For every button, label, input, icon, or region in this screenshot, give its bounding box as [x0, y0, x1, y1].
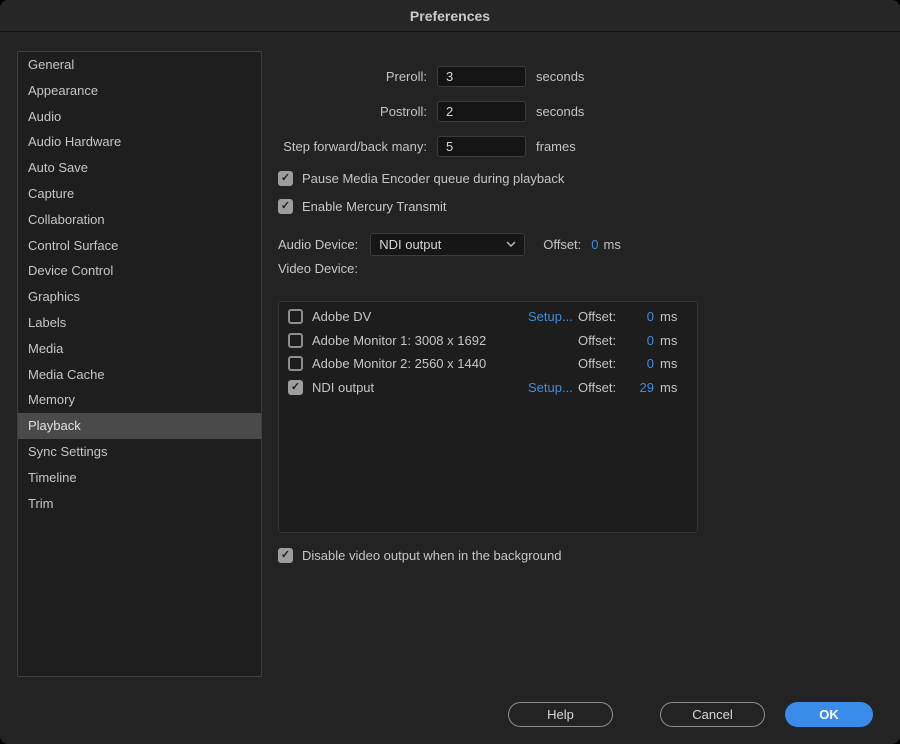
sidebar-item-playback[interactable]: Playback — [18, 413, 261, 439]
setup-link[interactable]: Setup... — [528, 309, 578, 324]
offset-label: Offset: — [578, 333, 630, 348]
offset-value[interactable]: 29 — [630, 380, 656, 395]
sidebar-item-collaboration[interactable]: Collaboration — [18, 207, 261, 233]
postroll-label: Postroll: — [0, 104, 427, 119]
audio-offset-value[interactable]: 0 — [591, 237, 598, 252]
mercury-transmit-row: Enable Mercury Transmit — [278, 197, 447, 215]
step-many-unit: frames — [536, 139, 576, 154]
preroll-label: Preroll: — [0, 69, 427, 84]
offset-value[interactable]: 0 — [630, 309, 656, 324]
sidebar-item-media[interactable]: Media — [18, 336, 261, 362]
disable-background-row: Disable video output when in the backgro… — [278, 546, 561, 564]
sidebar-item-labels[interactable]: Labels — [18, 310, 261, 336]
cancel-button[interactable]: Cancel — [660, 702, 765, 727]
mercury-transmit-label: Enable Mercury Transmit — [302, 199, 447, 214]
preroll-unit: seconds — [536, 69, 584, 84]
offset-value[interactable]: 0 — [630, 356, 656, 371]
audio-device-row: Audio Device: NDI output Offset: 0 ms — [278, 232, 621, 256]
offset-value[interactable]: 0 — [630, 333, 656, 348]
pause-encoder-label: Pause Media Encoder queue during playbac… — [302, 171, 564, 186]
video-device-name: Adobe Monitor 2: 2560 x 1440 — [312, 356, 528, 371]
disable-background-checkbox[interactable] — [278, 548, 293, 563]
video-device-row-ndi-output: NDI output Setup... Offset: 29 ms — [279, 376, 697, 400]
audio-device-dropdown[interactable]: NDI output — [370, 233, 525, 256]
video-device-checkbox[interactable] — [288, 333, 303, 348]
offset-label: Offset: — [578, 309, 630, 324]
postroll-row: Postroll: seconds — [0, 100, 584, 122]
postroll-input[interactable] — [437, 101, 526, 122]
step-many-input[interactable] — [437, 136, 526, 157]
audio-offset-unit: ms — [604, 237, 621, 252]
video-device-checkbox[interactable] — [288, 309, 303, 324]
preroll-input[interactable] — [437, 66, 526, 87]
sidebar-item-graphics[interactable]: Graphics — [18, 284, 261, 310]
step-many-label: Step forward/back many: — [0, 139, 427, 154]
dialog-titlebar[interactable]: Preferences — [0, 0, 900, 32]
sidebar-item-timeline[interactable]: Timeline — [18, 465, 261, 491]
video-device-list: Adobe DV Setup... Offset: 0 ms Adobe Mon… — [278, 301, 698, 533]
sidebar-item-media-cache[interactable]: Media Cache — [18, 362, 261, 388]
help-button[interactable]: Help — [508, 702, 613, 727]
postroll-unit: seconds — [536, 104, 584, 119]
sidebar-item-capture[interactable]: Capture — [18, 181, 261, 207]
sidebar-item-device-control[interactable]: Device Control — [18, 258, 261, 284]
sidebar-item-trim[interactable]: Trim — [18, 491, 261, 517]
sidebar-item-memory[interactable]: Memory — [18, 387, 261, 413]
video-device-checkbox[interactable] — [288, 380, 303, 395]
video-device-row-monitor-2: Adobe Monitor 2: 2560 x 1440 Offset: 0 m… — [279, 352, 697, 376]
offset-label: Offset: — [578, 380, 630, 395]
audio-device-selected: NDI output — [379, 237, 441, 252]
video-device-row-adobe-dv: Adobe DV Setup... Offset: 0 ms — [279, 305, 697, 329]
audio-offset-label: Offset: — [543, 237, 581, 252]
video-device-row-monitor-1: Adobe Monitor 1: 3008 x 1692 Offset: 0 m… — [279, 329, 697, 353]
video-device-name: NDI output — [312, 380, 528, 395]
setup-link[interactable]: Setup... — [528, 380, 578, 395]
audio-device-label: Audio Device: — [278, 237, 358, 252]
ok-button[interactable]: OK — [785, 702, 873, 727]
sidebar-item-sync-settings[interactable]: Sync Settings — [18, 439, 261, 465]
offset-unit: ms — [656, 380, 682, 395]
disable-background-label: Disable video output when in the backgro… — [302, 548, 561, 563]
preferences-dialog: Preferences General Appearance Audio Aud… — [0, 0, 900, 744]
offset-label: Offset: — [578, 356, 630, 371]
video-device-name: Adobe Monitor 1: 3008 x 1692 — [312, 333, 528, 348]
mercury-transmit-checkbox[interactable] — [278, 199, 293, 214]
offset-unit: ms — [656, 356, 682, 371]
video-device-label: Video Device: — [278, 261, 358, 276]
pause-encoder-row: Pause Media Encoder queue during playbac… — [278, 169, 564, 187]
pause-encoder-checkbox[interactable] — [278, 171, 293, 186]
offset-unit: ms — [656, 309, 682, 324]
dialog-title: Preferences — [410, 8, 490, 24]
offset-unit: ms — [656, 333, 682, 348]
video-device-checkbox[interactable] — [288, 356, 303, 371]
step-many-row: Step forward/back many: frames — [0, 135, 576, 157]
preroll-row: Preroll: seconds — [0, 65, 584, 87]
chevron-down-icon — [506, 241, 516, 247]
video-device-name: Adobe DV — [312, 309, 528, 324]
sidebar-item-auto-save[interactable]: Auto Save — [18, 155, 261, 181]
sidebar-item-control-surface[interactable]: Control Surface — [18, 233, 261, 259]
